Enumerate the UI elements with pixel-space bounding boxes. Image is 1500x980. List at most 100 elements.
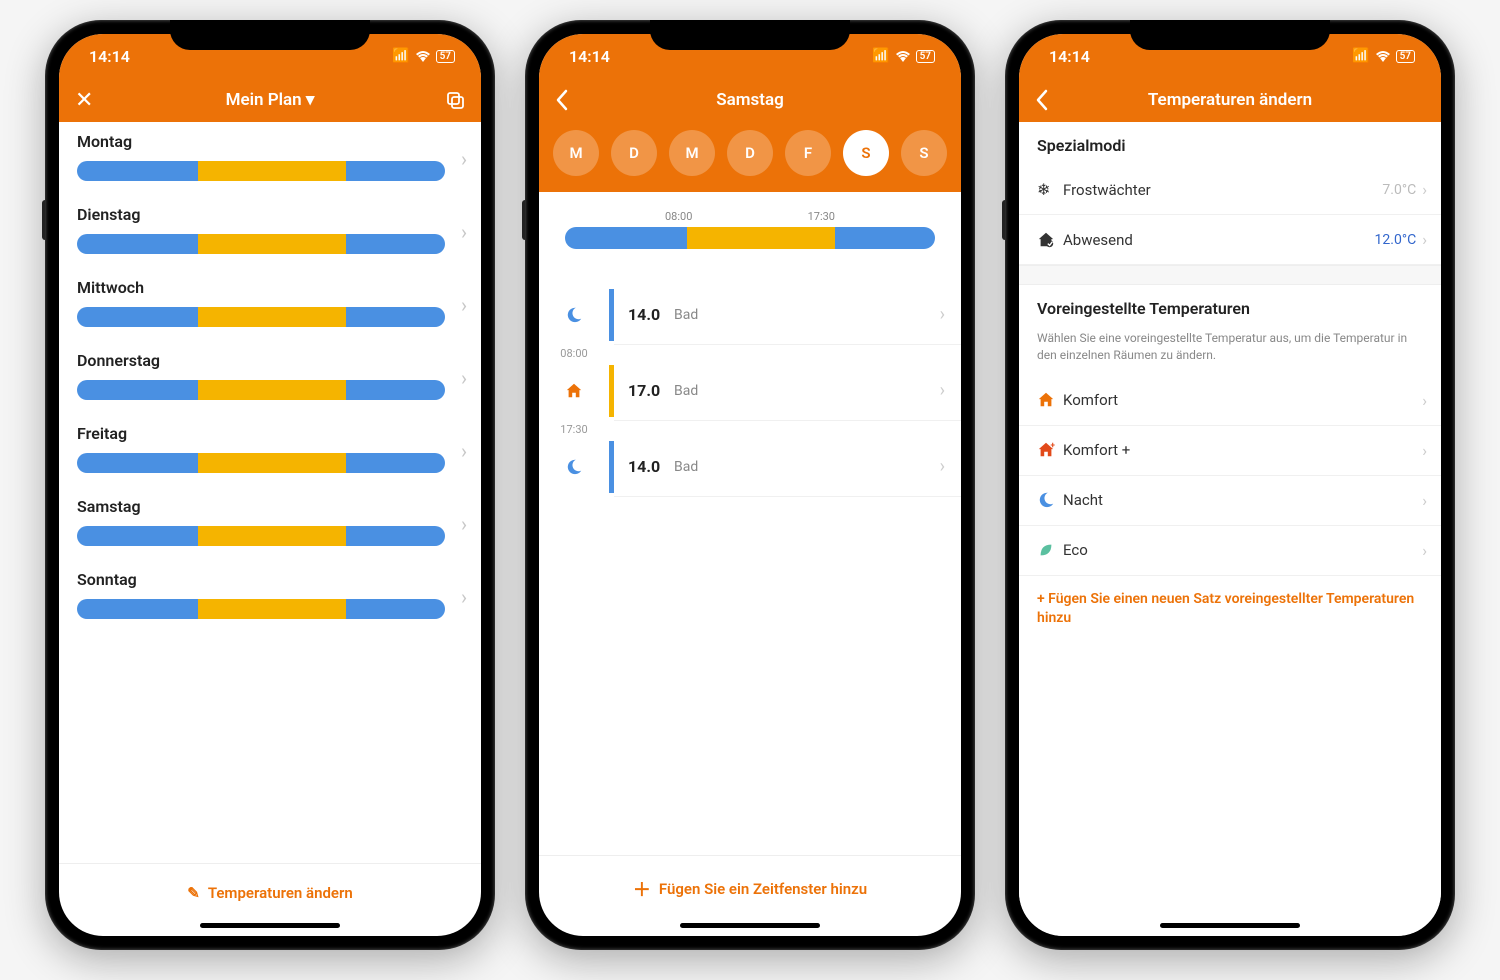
special-mode-row[interactable]: Abwesend 12.0°C › bbox=[1019, 215, 1441, 265]
page-title[interactable]: Mein Plan ▾ bbox=[105, 90, 435, 110]
add-preset-button[interactable]: + Fügen Sie einen neuen Satz voreingeste… bbox=[1019, 576, 1441, 643]
preset-row[interactable]: Eco › bbox=[1019, 526, 1441, 576]
comfort-segment bbox=[198, 307, 345, 327]
comfort-segment bbox=[198, 234, 345, 254]
chevron-right-icon: › bbox=[940, 456, 945, 477]
day-label: Sonntag bbox=[77, 570, 463, 589]
close-button[interactable]: ✕ bbox=[75, 85, 105, 115]
period-boundary-time: 08:00 bbox=[560, 347, 587, 360]
day-row[interactable]: Samstag › bbox=[59, 487, 481, 560]
back-button[interactable] bbox=[1035, 85, 1065, 115]
status-icons: 📶 57 bbox=[392, 48, 455, 64]
comfort-segment bbox=[198, 380, 345, 400]
wifi-icon bbox=[1375, 50, 1391, 62]
preset-label: Komfort + bbox=[1063, 441, 1130, 459]
time-bar bbox=[77, 599, 445, 619]
day-tab[interactable]: S bbox=[843, 130, 889, 176]
day-row[interactable]: Freitag › bbox=[59, 414, 481, 487]
chevron-right-icon: › bbox=[461, 293, 467, 317]
day-row[interactable]: Montag › bbox=[59, 122, 481, 195]
day-label: Freitag bbox=[77, 424, 463, 443]
status-time: 14:14 bbox=[569, 47, 610, 66]
special-mode-row[interactable]: ❄ Frostwächter 7.0°C › bbox=[1019, 165, 1441, 215]
day-tab[interactable]: M bbox=[669, 130, 715, 176]
presets-desc: Wählen Sie eine voreingestellte Temperat… bbox=[1019, 328, 1441, 376]
chevron-right-icon: › bbox=[461, 439, 467, 463]
preset-row[interactable]: + Komfort + › bbox=[1019, 426, 1441, 476]
comfort-segment bbox=[687, 227, 835, 249]
day-tab[interactable]: D bbox=[611, 130, 657, 176]
home-indicator[interactable] bbox=[680, 923, 820, 928]
time-bar bbox=[77, 526, 445, 546]
chevron-right-icon: › bbox=[1422, 391, 1427, 410]
period-boundary-time: 17:30 bbox=[560, 423, 587, 436]
day-row[interactable]: Donnerstag › bbox=[59, 341, 481, 414]
home-indicator[interactable] bbox=[200, 923, 340, 928]
day-label: Dienstag bbox=[77, 205, 463, 224]
chevron-right-icon: › bbox=[940, 380, 945, 401]
day-row[interactable]: Dienstag › bbox=[59, 195, 481, 268]
copy-button[interactable] bbox=[435, 85, 465, 115]
phone-frame-1: 14:14 📶 57 ✕ Mein Plan ▾ Montag bbox=[45, 20, 495, 950]
day-tab[interactable]: M bbox=[553, 130, 599, 176]
chevron-right-icon: › bbox=[461, 147, 467, 171]
edit-temperatures-label: Temperaturen ändern bbox=[208, 884, 353, 902]
page-title: Samstag bbox=[585, 90, 915, 110]
period-room: Bad bbox=[674, 383, 698, 399]
period-row[interactable]: 14.0 Bad › bbox=[539, 437, 961, 497]
day-label: Samstag bbox=[77, 497, 463, 516]
signal-icon: 📶 bbox=[872, 48, 889, 64]
bar-start-label: 08:00 bbox=[665, 210, 692, 223]
special-modes-title: Spezialmodi bbox=[1019, 122, 1441, 165]
period-room: Bad bbox=[674, 459, 698, 475]
leaf-icon bbox=[1037, 541, 1063, 559]
time-bar bbox=[77, 307, 445, 327]
day-row[interactable]: Sonntag › bbox=[59, 560, 481, 633]
day-row[interactable]: Mittwoch › bbox=[59, 268, 481, 341]
preset-label: Eco bbox=[1063, 541, 1088, 559]
back-button[interactable] bbox=[555, 85, 585, 115]
chevron-right-icon: › bbox=[940, 304, 945, 325]
chevron-right-icon: › bbox=[1422, 491, 1427, 510]
time-bar bbox=[77, 161, 445, 181]
day-tab[interactable]: F bbox=[785, 130, 831, 176]
moon-icon bbox=[1037, 491, 1063, 509]
plus-icon: ＋ bbox=[633, 876, 651, 902]
day-time-bar[interactable] bbox=[565, 227, 935, 249]
moon-icon bbox=[565, 306, 583, 324]
mode-icon: ❄ bbox=[1037, 180, 1063, 199]
moon-icon bbox=[565, 458, 583, 476]
preset-row[interactable]: Komfort › bbox=[1019, 376, 1441, 426]
chevron-right-icon: › bbox=[461, 220, 467, 244]
signal-icon: 📶 bbox=[1352, 48, 1369, 64]
home-icon bbox=[565, 382, 583, 400]
period-row[interactable]: 14.0 Bad › bbox=[539, 285, 961, 345]
battery-icon: 57 bbox=[436, 50, 455, 63]
home-icon bbox=[1037, 391, 1063, 409]
chevron-right-icon: › bbox=[1422, 441, 1427, 460]
wifi-icon bbox=[415, 50, 431, 62]
home-indicator[interactable] bbox=[1160, 923, 1300, 928]
period-temp: 17.0 bbox=[628, 381, 674, 400]
battery-icon: 57 bbox=[1396, 50, 1415, 63]
bar-end-label: 17:30 bbox=[808, 210, 835, 223]
comfort-segment bbox=[198, 526, 345, 546]
wifi-icon bbox=[895, 50, 911, 62]
mode-icon bbox=[1037, 231, 1063, 249]
comfort-segment bbox=[198, 599, 345, 619]
phone-frame-3: 14:14 📶 57 Temperaturen ändern Spezialmo… bbox=[1005, 20, 1455, 950]
day-tab[interactable]: D bbox=[727, 130, 773, 176]
mode-label: Abwesend bbox=[1063, 231, 1133, 249]
time-bar bbox=[77, 380, 445, 400]
status-time: 14:14 bbox=[1049, 47, 1090, 66]
chevron-right-icon: › bbox=[1422, 230, 1427, 249]
signal-icon: 📶 bbox=[392, 48, 409, 64]
section-divider bbox=[1019, 265, 1441, 285]
pencil-icon: ✎ bbox=[187, 884, 200, 902]
day-label: Donnerstag bbox=[77, 351, 463, 370]
preset-row[interactable]: Nacht › bbox=[1019, 476, 1441, 526]
period-room: Bad bbox=[674, 307, 698, 323]
add-time-window-label: Fügen Sie ein Zeitfenster hinzu bbox=[659, 880, 867, 898]
period-row[interactable]: 17.0 Bad › bbox=[539, 361, 961, 421]
day-tab[interactable]: S bbox=[901, 130, 947, 176]
